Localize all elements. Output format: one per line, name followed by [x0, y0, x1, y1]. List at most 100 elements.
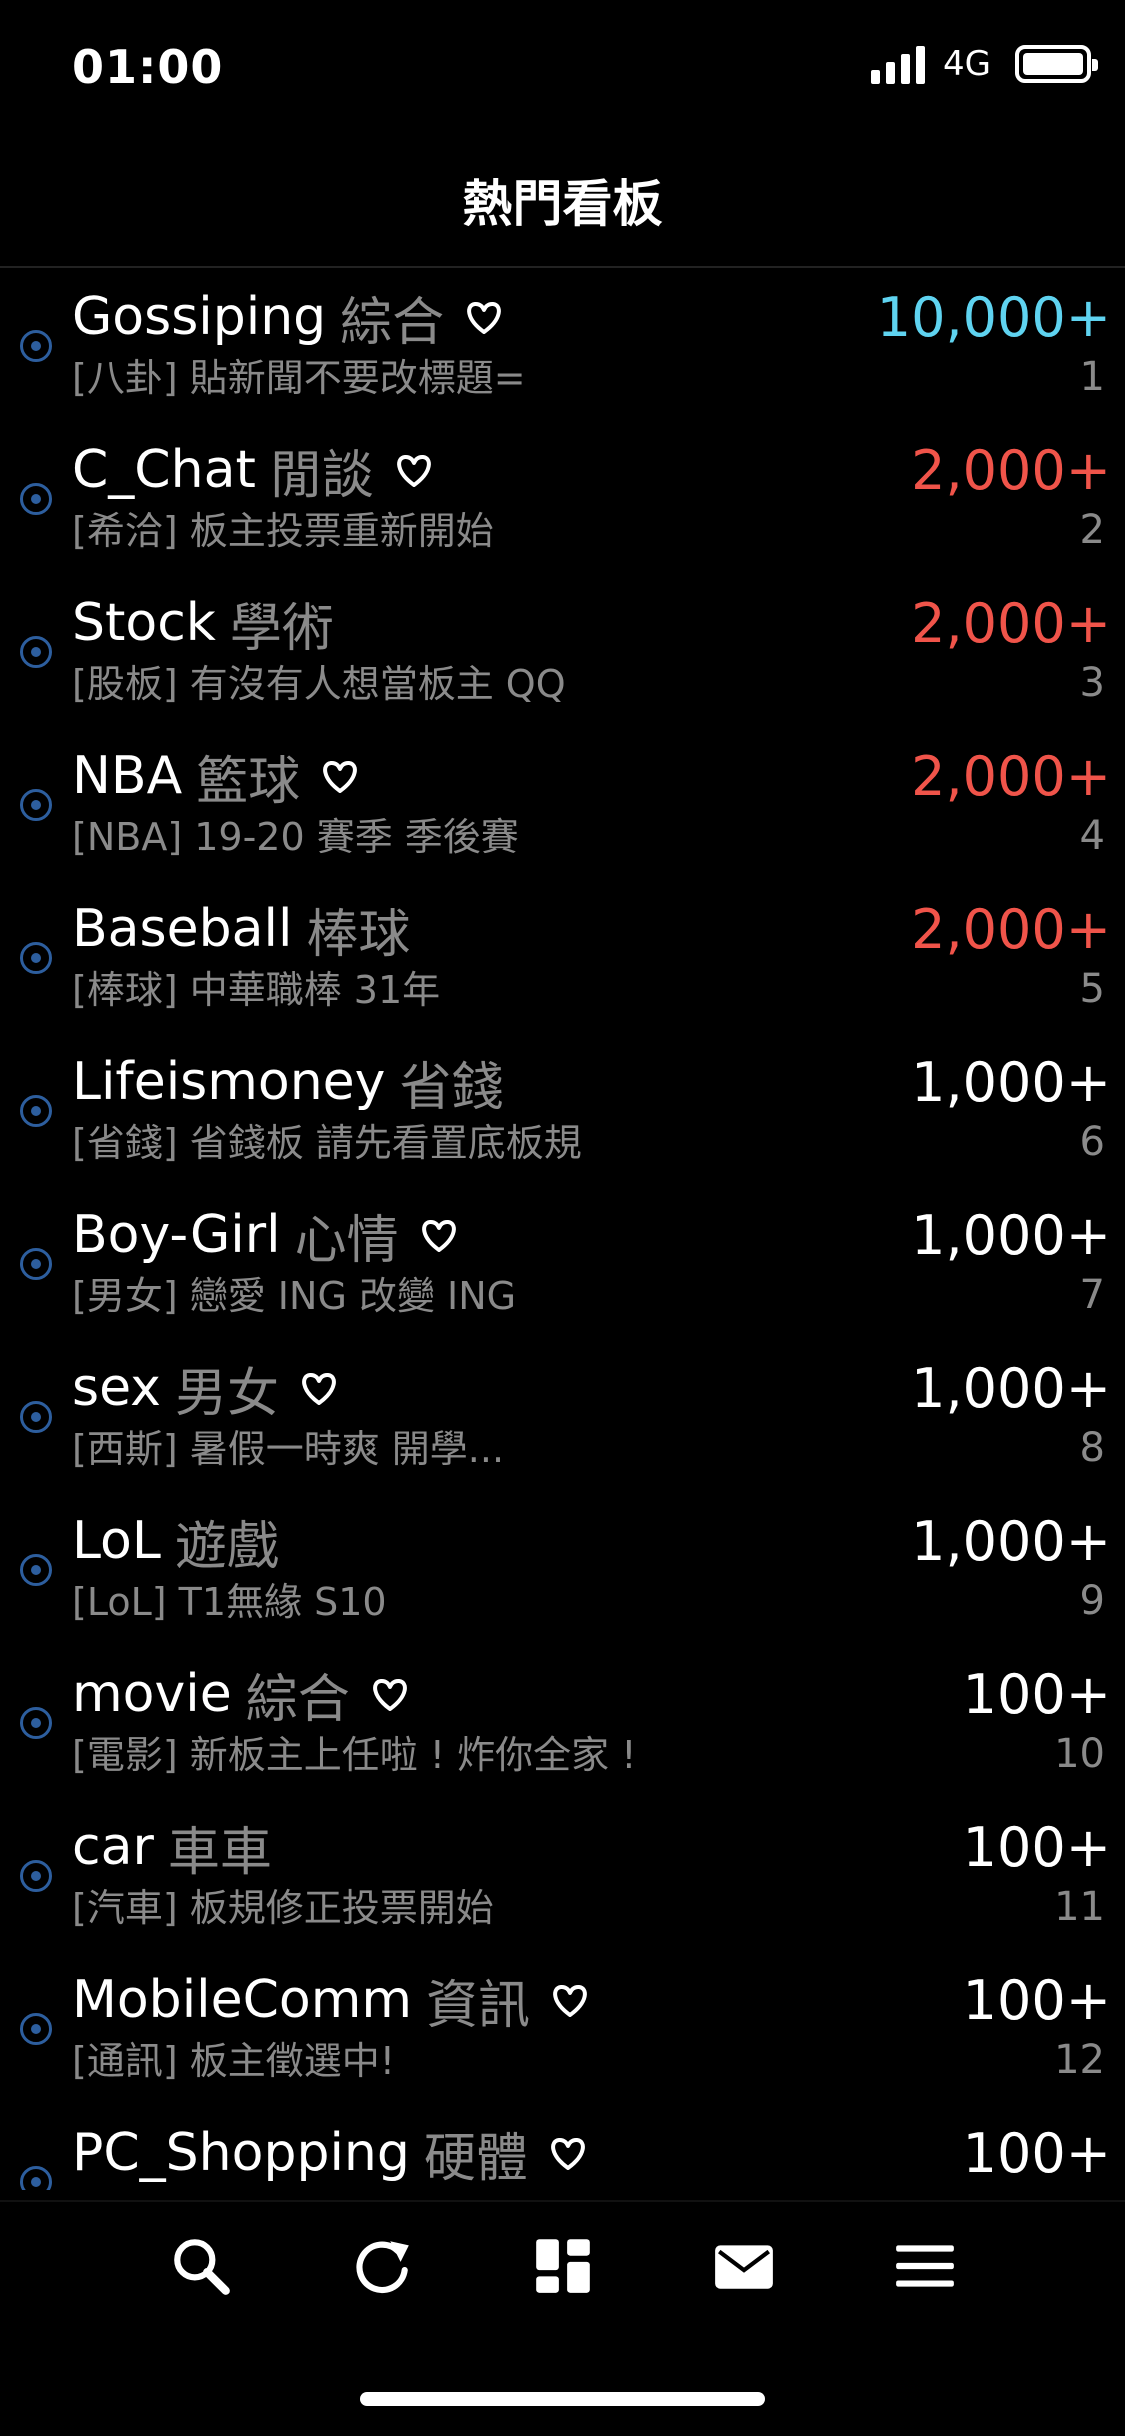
board-info: movie 綜合 [電影] 新板主上任啦 ! 炸你全家 ! — [72, 1659, 892, 1781]
board-name: C_Chat — [72, 440, 256, 500]
board-row[interactable]: NBA 籃球 [NBA] 19-20 賽季 季後賽 2,000+ 4 — [0, 731, 1125, 884]
board-popularity: 100+ — [962, 1663, 1111, 1726]
status-indicators: 4G — [871, 44, 1098, 84]
tab-bar — [0, 2200, 1125, 2330]
board-name: movie — [72, 1664, 232, 1724]
board-name: MobileComm — [72, 1970, 413, 2030]
board-rank: 8 — [1079, 1425, 1105, 1471]
board-title-line: sex 男女 — [72, 1353, 892, 1424]
board-category: 資訊 — [426, 1975, 531, 2036]
board-subtitle: [NBA] 19-20 賽季 季後賽 — [72, 815, 519, 859]
board-info: Gossiping 綜合 [八卦] 貼新聞不要改標題= — [72, 282, 892, 404]
board-category: 硬體 — [423, 2128, 528, 2189]
board-category: 籃球 — [196, 751, 301, 812]
board-rank: 6 — [1079, 1119, 1105, 1165]
board-category: 遊戲 — [174, 1516, 279, 1577]
board-rank: 5 — [1079, 966, 1105, 1012]
board-row[interactable]: car 車車 [汽車] 板規修正投票開始 100+ 11 — [0, 1802, 1125, 1955]
favorite-heart-icon[interactable] — [544, 1974, 596, 2026]
header: 熱門看板 — [0, 150, 1125, 250]
search-button[interactable] — [166, 2231, 236, 2301]
board-info: C_Chat 閒談 [希洽] 板主投票重新開始 — [72, 435, 892, 557]
favorite-heart-icon[interactable] — [413, 1209, 465, 1261]
board-popularity: 100+ — [962, 1969, 1111, 2032]
board-subtitle: [西斯] 暑假一時爽 開學... — [72, 1427, 505, 1471]
board-row[interactable]: Lifeismoney 省錢 [省錢] 省錢板 請先看置底板規 1,000+ 6 — [0, 1037, 1125, 1190]
favorite-heart-icon[interactable] — [458, 291, 510, 343]
board-unread-icon — [20, 1707, 52, 1739]
board-subtitle: [通訊] 板主徵選中! — [72, 2039, 395, 2083]
page-title: 熱門看板 — [462, 175, 663, 233]
board-unread-icon — [20, 330, 52, 362]
search-icon — [173, 2239, 230, 2295]
favorite-heart-icon[interactable] — [542, 2127, 594, 2179]
board-popularity: 2,000+ — [911, 745, 1111, 808]
board-category: 學術 — [229, 598, 334, 659]
board-rank: 12 — [1054, 2037, 1105, 2083]
refresh-button[interactable] — [347, 2231, 417, 2301]
favorite-heart-icon[interactable] — [314, 750, 366, 802]
board-unread-icon — [20, 942, 52, 974]
board-rank: 1 — [1079, 354, 1105, 400]
board-unread-icon — [20, 1401, 52, 1433]
board-subtitle: [LoL] T1無緣 S10 — [72, 1580, 387, 1624]
boards-grid-icon — [535, 2239, 590, 2293]
menu-button[interactable] — [890, 2231, 960, 2301]
board-name: LoL — [72, 1511, 161, 1571]
refresh-icon — [355, 2241, 409, 2294]
battery-level — [1023, 53, 1083, 75]
boards-button[interactable] — [528, 2231, 598, 2301]
board-row[interactable]: movie 綜合 [電影] 新板主上任啦 ! 炸你全家 ! 100+ 10 — [0, 1649, 1125, 1802]
board-row[interactable]: sex 男女 [西斯] 暑假一時爽 開學... 1,000+ 8 — [0, 1343, 1125, 1496]
signal-icon — [871, 44, 926, 84]
favorite-heart-icon[interactable] — [388, 444, 440, 496]
board-rank: 9 — [1079, 1578, 1105, 1624]
board-row[interactable]: LoL 遊戲 [LoL] T1無緣 S10 1,000+ 9 — [0, 1496, 1125, 1649]
board-name: Lifeismoney — [72, 1052, 386, 1112]
board-row[interactable]: Baseball 棒球 [棒球] 中華職棒 31年 2,000+ 5 — [0, 884, 1125, 1037]
board-popularity: 2,000+ — [911, 592, 1111, 655]
board-title-line: Baseball 棒球 — [72, 894, 892, 965]
favorite-heart-icon[interactable] — [364, 1668, 416, 1720]
mail-icon — [714, 2245, 773, 2289]
board-category: 閒談 — [269, 445, 374, 506]
board-title-line: MobileComm 資訊 — [72, 1965, 892, 2036]
favorite-heart-icon[interactable] — [293, 1362, 345, 1414]
board-row[interactable]: Gossiping 綜合 [八卦] 貼新聞不要改標題= 10,000+ 1 — [0, 272, 1125, 425]
board-popularity: 1,000+ — [911, 1051, 1111, 1114]
board-info: Stock 學術 [股板] 有沒有人想當板主 QQ — [72, 588, 892, 710]
board-popularity: 100+ — [962, 2122, 1111, 2185]
board-unread-icon — [20, 2013, 52, 2045]
network-type: 4G — [943, 44, 991, 84]
board-title-line: Gossiping 綜合 — [72, 282, 892, 353]
board-list[interactable]: Gossiping 綜合 [八卦] 貼新聞不要改標題= 10,000+ 1 C_Chat 閒… — [0, 272, 1125, 2190]
board-name: Baseball — [72, 899, 293, 959]
board-subtitle: [希洽] 板主投票重新開始 — [72, 509, 494, 553]
board-rank: 11 — [1054, 1884, 1105, 1930]
board-popularity: 100+ — [962, 1816, 1111, 1879]
board-rank: 10 — [1054, 1731, 1105, 1777]
home-indicator[interactable] — [360, 2392, 765, 2406]
menu-icon — [895, 2245, 954, 2287]
screen: 01:00 4G 熱門看板 Gossiping 綜合 [八卦] 貼新聞不要改標題= 1… — [0, 0, 1125, 2436]
board-popularity: 2,000+ — [911, 898, 1111, 961]
board-row[interactable]: MobileComm 資訊 [通訊] 板主徵選中! 100+ 12 — [0, 1955, 1125, 2108]
board-row[interactable]: C_Chat 閒談 [希洽] 板主投票重新開始 2,000+ 2 — [0, 425, 1125, 578]
board-popularity: 1,000+ — [911, 1357, 1111, 1420]
board-row[interactable]: Stock 學術 [股板] 有沒有人想當板主 QQ 2,000+ 3 — [0, 578, 1125, 731]
board-unread-icon — [20, 483, 52, 515]
board-info: Boy-Girl 心情 [男女] 戀愛 ING 改變 ING — [72, 1200, 892, 1322]
board-row[interactable]: Boy-Girl 心情 [男女] 戀愛 ING 改變 ING 1,000+ 7 — [0, 1190, 1125, 1343]
board-subtitle: [男女] 戀愛 ING 改變 ING — [72, 1274, 517, 1318]
board-name: Gossiping — [72, 287, 327, 347]
board-subtitle: [棒球] 中華職棒 31年 — [72, 968, 441, 1012]
board-popularity: 1,000+ — [911, 1204, 1111, 1267]
header-divider — [0, 266, 1125, 268]
board-info: LoL 遊戲 [LoL] T1無緣 S10 — [72, 1506, 892, 1628]
mail-button[interactable] — [709, 2231, 779, 2301]
board-title-line: movie 綜合 — [72, 1659, 892, 1730]
board-name: Stock — [72, 593, 216, 653]
board-title-line: car 車車 — [72, 1812, 892, 1883]
board-row[interactable]: PC_Shopping 硬體 100+ — [0, 2108, 1125, 2190]
board-rank: 4 — [1079, 813, 1105, 859]
